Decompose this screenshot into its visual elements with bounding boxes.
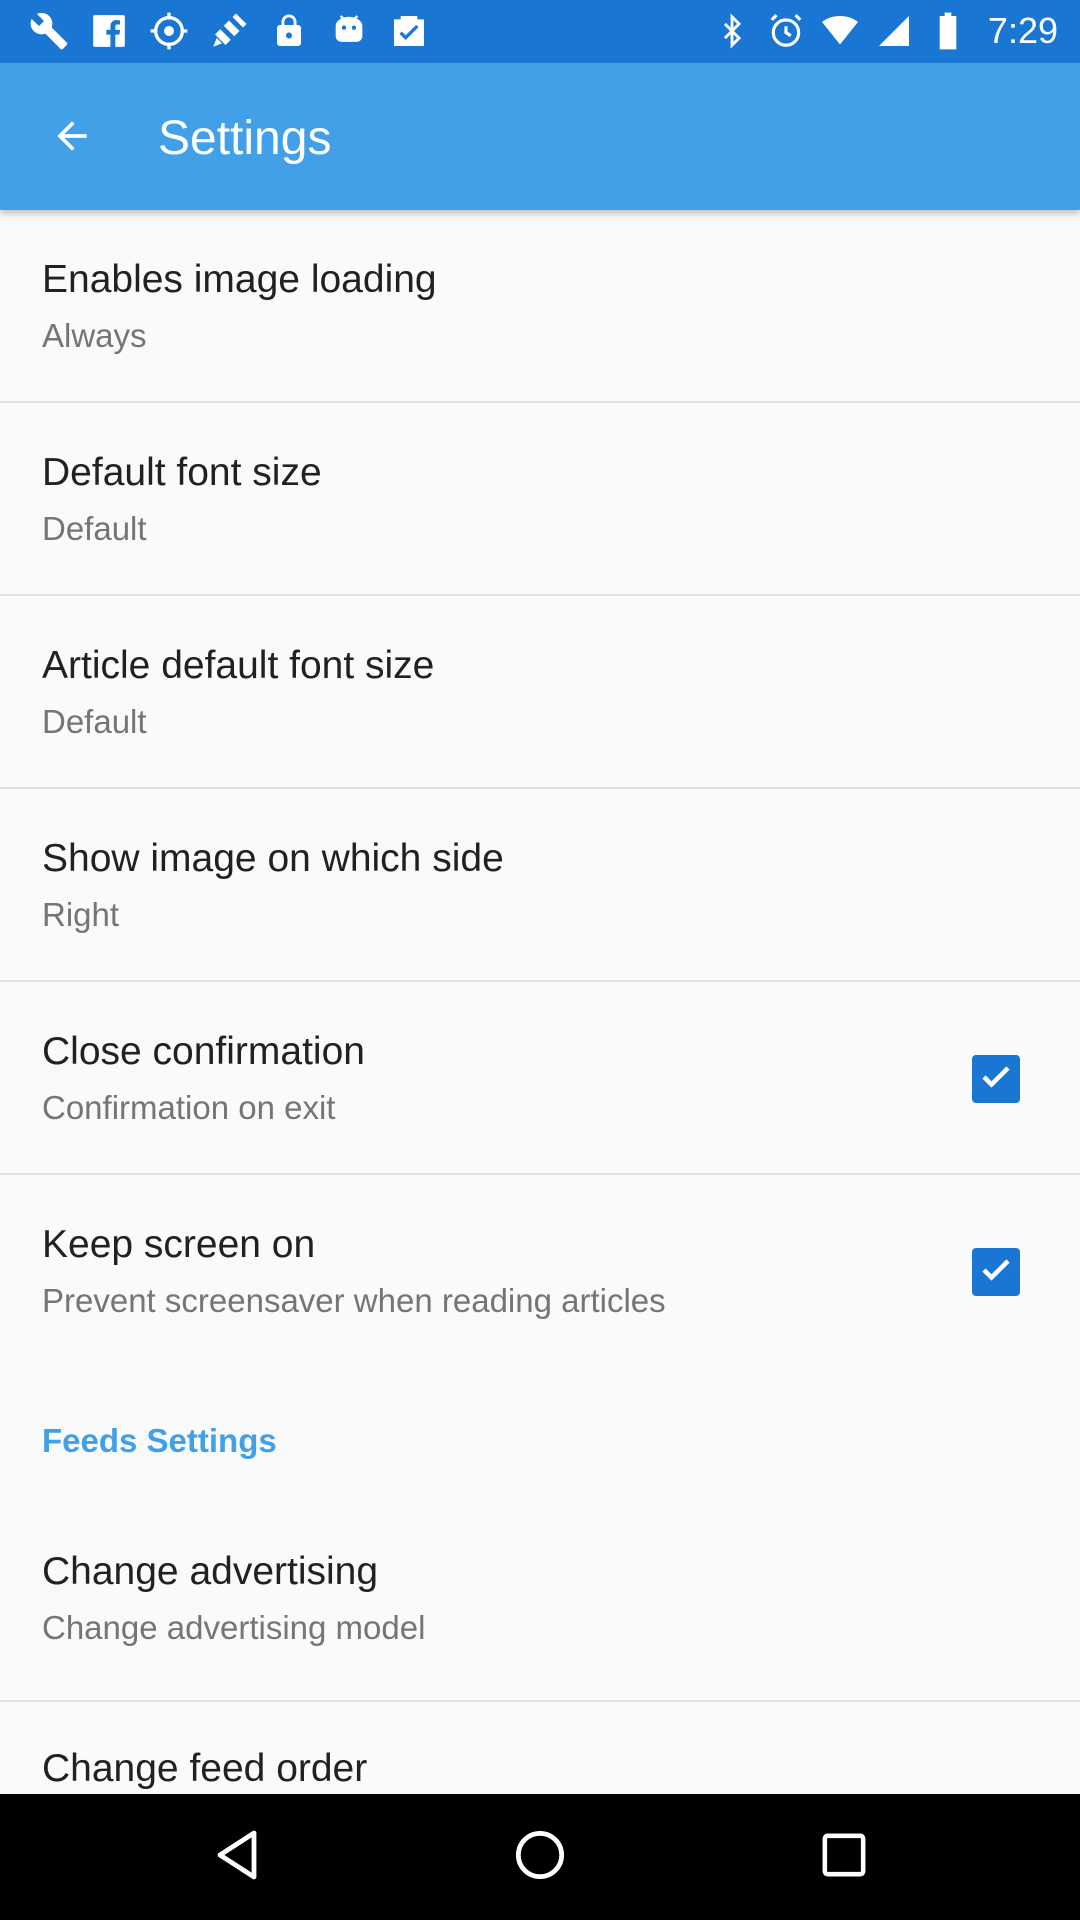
signal-icon	[874, 11, 914, 51]
pref-summary: Default	[42, 510, 147, 547]
pref-title: Article default font size	[42, 644, 435, 687]
section-header-feeds: Feeds Settings	[0, 1368, 1080, 1508]
pref-title: Show image on which side	[42, 837, 504, 880]
bluetooth-icon	[712, 11, 752, 51]
home-circle-icon	[514, 1829, 566, 1886]
status-time: 7:29	[987, 10, 1058, 51]
alarm-icon	[766, 11, 806, 51]
battery-icon	[928, 11, 968, 51]
clipboard-check-icon	[386, 8, 432, 54]
status-system-icons: 7:29	[712, 8, 1058, 54]
page-title: Settings	[158, 112, 332, 165]
pref-keep-screen-on[interactable]: Keep screen on Prevent screensaver when …	[0, 1175, 1080, 1368]
navigation-bar	[0, 1794, 1080, 1920]
wifi-icon	[820, 11, 860, 51]
pref-summary: Change advertising model	[42, 1609, 426, 1646]
settings-list: Enables image loading Always Default fon…	[0, 210, 1080, 1895]
recents-square-icon	[821, 1832, 867, 1883]
pref-title: Enables image loading	[42, 258, 437, 301]
pref-title: Change feed order	[42, 1747, 368, 1790]
nav-back-button[interactable]	[208, 1827, 268, 1887]
section-title: Feeds Settings	[42, 1422, 277, 1459]
status-notification-icons	[26, 8, 432, 54]
pref-summary: Default	[42, 703, 147, 740]
fake-gps-icon	[146, 8, 192, 54]
back-triangle-icon	[214, 1829, 262, 1886]
close-confirmation-checkbox[interactable]	[972, 1055, 1020, 1103]
arrow-back-icon	[50, 114, 94, 163]
pref-image-side[interactable]: Show image on which side Right	[0, 789, 1080, 982]
lock-icon	[266, 8, 312, 54]
pref-title: Keep screen on	[42, 1223, 316, 1266]
pref-change-advertising[interactable]: Change advertising Change advertising mo…	[0, 1508, 1080, 1702]
nav-home-button[interactable]	[510, 1827, 570, 1887]
pref-summary: Always	[42, 317, 147, 354]
pref-title: Close confirmation	[42, 1030, 365, 1073]
pref-close-confirmation[interactable]: Close confirmation Confirmation on exit	[0, 982, 1080, 1175]
pref-default-font-size[interactable]: Default font size Default	[0, 403, 1080, 596]
facebook-icon	[86, 8, 132, 54]
satellite-icon	[206, 8, 252, 54]
pref-title: Default font size	[42, 451, 322, 494]
keep-screen-on-checkbox[interactable]	[972, 1248, 1020, 1296]
check-icon	[978, 1059, 1014, 1100]
pref-title: Change advertising	[42, 1550, 379, 1593]
pref-summary: Confirmation on exit	[42, 1089, 336, 1126]
status-bar: 7:29	[0, 0, 1080, 63]
checkbox-checked	[972, 1055, 1020, 1103]
pref-article-font-size[interactable]: Article default font size Default	[0, 596, 1080, 789]
checkbox-checked	[972, 1248, 1020, 1296]
pref-image-loading[interactable]: Enables image loading Always	[0, 210, 1080, 403]
wrench-icon	[26, 8, 72, 54]
check-icon	[978, 1252, 1014, 1293]
app-bar: Settings	[0, 63, 1080, 210]
android-icon	[326, 8, 372, 54]
pref-summary: Right	[42, 896, 120, 933]
nav-recents-button[interactable]	[814, 1827, 874, 1887]
back-button[interactable]	[32, 103, 112, 173]
pref-summary: Prevent screensaver when reading article…	[42, 1282, 666, 1319]
